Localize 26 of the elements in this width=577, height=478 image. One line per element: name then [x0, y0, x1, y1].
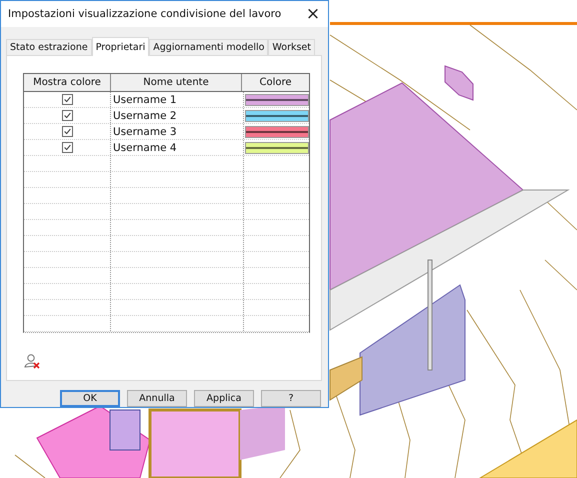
color-swatch[interactable]	[245, 94, 309, 106]
color-swatch[interactable]	[245, 110, 309, 122]
tab[interactable]: Workset	[268, 39, 315, 55]
tab[interactable]: Proprietari	[92, 37, 150, 56]
checkbox[interactable]	[62, 94, 72, 105]
column-header: Nome utente	[111, 74, 242, 91]
dialog-button[interactable]: Annulla	[127, 390, 187, 407]
dialog-button[interactable]: ?	[261, 390, 321, 407]
checkbox[interactable]	[62, 110, 72, 121]
checkbox[interactable]	[62, 142, 72, 153]
table-cell: Username 1	[111, 92, 244, 107]
table-cell: Username 2	[111, 108, 244, 123]
table-cell: Username 4	[111, 140, 244, 155]
dialog-button[interactable]: OK	[60, 390, 120, 407]
close-button[interactable]: ×	[298, 1, 328, 27]
remove-user-icon[interactable]	[24, 353, 40, 369]
dialog-button[interactable]: Applica	[194, 390, 254, 407]
tab[interactable]: Stato estrazione	[6, 39, 92, 55]
column-header: Colore	[258, 76, 293, 90]
color-swatch[interactable]	[245, 142, 309, 154]
color-swatch[interactable]	[245, 126, 309, 138]
tab[interactable]: Aggiornamenti modello	[149, 39, 268, 55]
column-header: Mostra colore	[24, 74, 111, 91]
dialog-title: Impostazioni visualizzazione condivisione del lavoro	[8, 8, 282, 20]
checkbox[interactable]	[62, 126, 72, 137]
table-cell: Username 3	[111, 124, 244, 139]
